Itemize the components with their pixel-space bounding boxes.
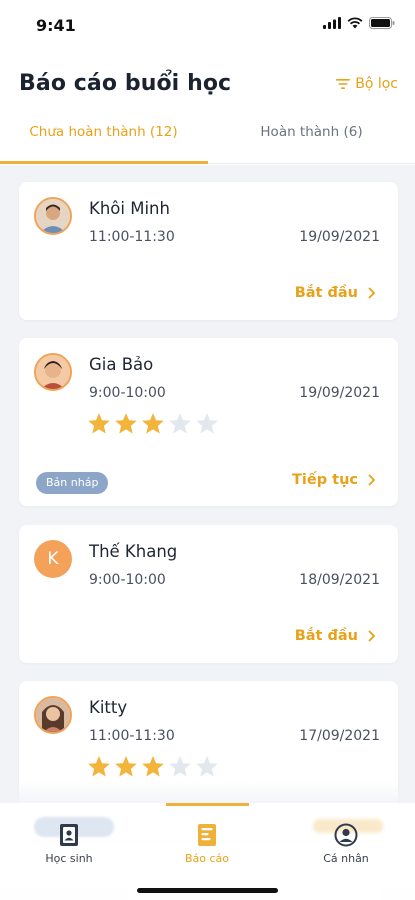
avatar	[34, 197, 72, 235]
start-label: Bắt đầu	[294, 628, 358, 644]
session-time: 9:00-10:00	[89, 385, 166, 401]
star-filled-icon	[88, 413, 110, 434]
avatar	[34, 696, 72, 734]
star-filled-icon	[88, 756, 110, 777]
bottom-nav: Học sinh Báo cáo Cá nhân	[0, 803, 415, 900]
person-photo-icon	[36, 355, 70, 389]
wifi-icon	[347, 17, 363, 29]
student-name: Khôi Minh	[89, 199, 170, 218]
student-book-icon	[60, 824, 78, 846]
star-empty-icon	[196, 756, 218, 777]
report-icon	[198, 824, 216, 846]
student-name: Kitty	[89, 698, 128, 717]
filter-label: Bộ lọc	[355, 76, 398, 92]
nav-students-label: Học sinh	[45, 852, 93, 865]
avatar	[34, 353, 72, 391]
nav-reports[interactable]: Báo cáo	[157, 823, 257, 865]
star-filled-icon	[142, 756, 164, 777]
active-tab-indicator	[0, 161, 208, 164]
session-time: 11:00-11:30	[89, 229, 175, 245]
nav-fade	[0, 782, 415, 804]
filter-icon	[336, 79, 351, 89]
avatar-initial: K	[34, 540, 72, 578]
star-empty-icon	[196, 413, 218, 434]
session-card[interactable]: Khôi Minh 11:00-11:30 19/09/2021 Bắt đầu	[19, 182, 398, 320]
page-header: Báo cáo buổi học Bộ lọc Chưa hoàn thành …	[0, 50, 415, 165]
start-button[interactable]: Bắt đầu	[295, 628, 376, 644]
battery-icon	[369, 17, 395, 29]
status-bar: 9:41	[0, 0, 415, 50]
session-time: 11:00-11:30	[89, 728, 175, 744]
status-time: 9:41	[36, 16, 76, 35]
start-button[interactable]: Bắt đầu	[295, 285, 376, 301]
session-date: 19/09/2021	[299, 229, 380, 245]
profile-icon	[334, 823, 358, 847]
active-nav-indicator	[166, 803, 249, 806]
continue-label: Tiếp tục	[292, 472, 358, 488]
person-photo-icon	[36, 698, 70, 732]
session-time: 9:00-10:00	[89, 572, 166, 588]
person-photo-icon	[36, 199, 70, 233]
session-card[interactable]: K Thế Khang 9:00-10:00 18/09/2021 Bắt đầ…	[19, 525, 398, 663]
star-filled-icon	[115, 756, 137, 777]
nav-reports-label: Báo cáo	[184, 852, 230, 865]
nav-students[interactable]: Học sinh	[19, 823, 119, 865]
chevron-right-icon	[368, 287, 376, 299]
tab-bar: Chưa hoàn thành (12) Hoàn thành (6)	[0, 114, 415, 164]
nav-profile[interactable]: Cá nhân	[296, 823, 396, 865]
star-empty-icon	[169, 413, 191, 434]
filter-button[interactable]: Bộ lọc	[336, 76, 398, 92]
student-name: Gia Bảo	[89, 355, 154, 374]
chevron-right-icon	[368, 474, 376, 486]
home-indicator[interactable]	[137, 888, 278, 893]
start-label: Bắt đầu	[294, 285, 358, 301]
rating-stars	[87, 412, 219, 435]
draft-badge: Bản nháp	[36, 472, 109, 494]
star-filled-icon	[115, 413, 137, 434]
session-date: 17/09/2021	[299, 728, 380, 744]
status-icons	[323, 17, 395, 29]
rating-stars	[87, 755, 219, 778]
student-name: Thế Khang	[89, 542, 178, 561]
continue-button[interactable]: Tiếp tục	[292, 472, 376, 488]
session-date: 19/09/2021	[299, 385, 380, 401]
signal-icon	[323, 17, 341, 29]
page-title: Báo cáo buổi học	[19, 71, 232, 96]
session-card[interactable]: Gia Bảo 9:00-10:00 19/09/2021 Bản nháp T…	[19, 338, 398, 506]
star-empty-icon	[169, 756, 191, 777]
session-date: 18/09/2021	[299, 572, 380, 588]
chevron-right-icon	[368, 630, 376, 642]
tab-completed[interactable]: Hoàn thành (6)	[208, 114, 415, 164]
tab-incomplete[interactable]: Chưa hoàn thành (12)	[0, 114, 207, 164]
star-filled-icon	[142, 413, 164, 434]
nav-profile-label: Cá nhân	[323, 852, 369, 865]
